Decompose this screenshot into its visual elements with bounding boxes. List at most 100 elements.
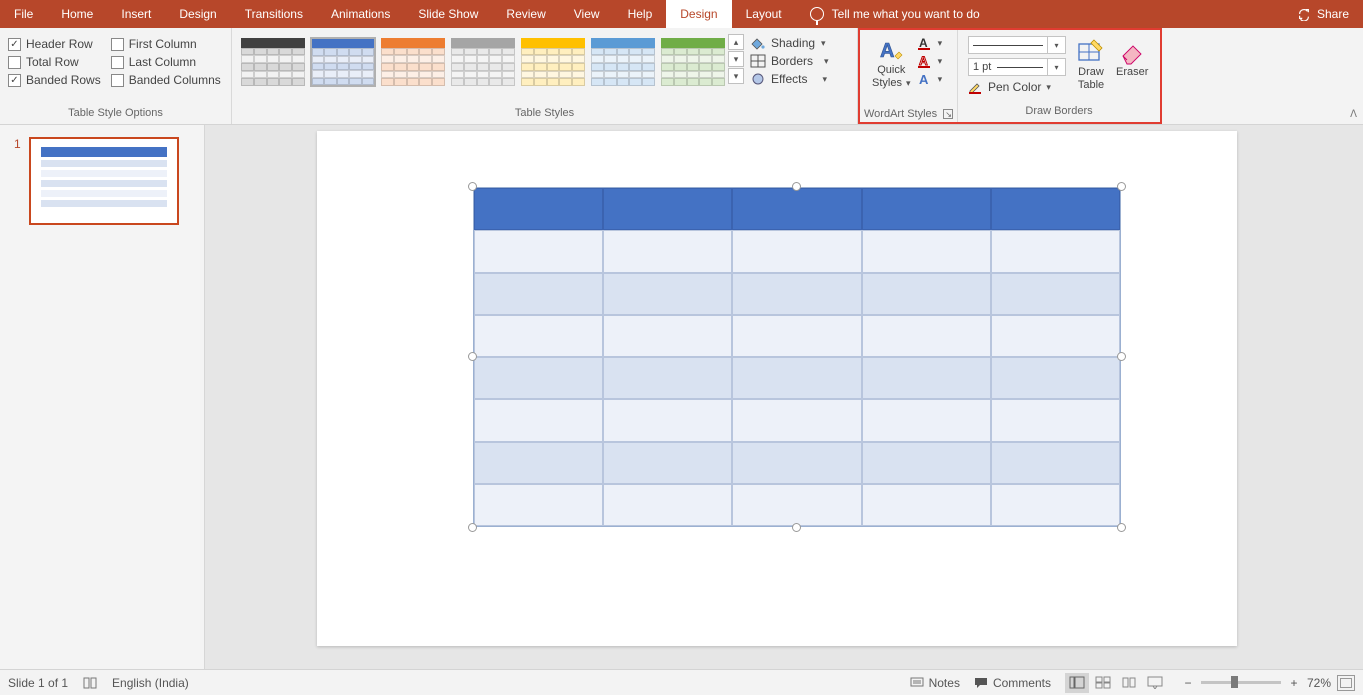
group-table-style-options: ✓Header Row First Column Total Row Last …	[0, 28, 232, 124]
handle-n[interactable]	[792, 182, 801, 191]
group-table-styles: ▴ ▾ ▾ Shading▾ Borders▾ Effects▾ Tabl	[232, 28, 858, 124]
pen-color-button[interactable]: Pen Color▾	[968, 80, 1066, 94]
handle-s[interactable]	[792, 523, 801, 532]
draw-table-button[interactable]: Draw Table	[1076, 36, 1106, 91]
group-label-style-options: Table Style Options	[0, 107, 231, 124]
handle-se[interactable]	[1117, 523, 1126, 532]
slide	[317, 131, 1237, 646]
editor-area: 1	[0, 125, 1363, 669]
table-styles-gallery	[240, 34, 726, 87]
chk-banded-columns[interactable]: Banded Columns	[111, 73, 221, 87]
table-style-swatch[interactable]	[450, 37, 516, 87]
comment-icon	[974, 677, 988, 689]
slide-thumbnail-1[interactable]	[29, 137, 179, 225]
thumb-number: 1	[14, 137, 21, 225]
chk-last-column[interactable]: Last Column	[111, 55, 221, 69]
tab-table-design[interactable]: Design	[666, 0, 731, 28]
group-label-wordart: WordArt Styles	[860, 105, 957, 122]
shading-button[interactable]: Shading▾	[750, 36, 829, 50]
eraser-icon	[1117, 36, 1147, 66]
chk-total-row-label: Total Row	[26, 55, 79, 69]
zoom-out[interactable]: −	[1181, 676, 1195, 690]
quick-styles-label2: Styles ▾	[872, 77, 911, 90]
gallery-down[interactable]: ▾	[728, 51, 744, 67]
pen-weight-combo[interactable]: 1 pt▾	[968, 58, 1066, 76]
tab-table-layout[interactable]: Layout	[732, 0, 796, 28]
table-style-swatch[interactable]	[240, 37, 306, 87]
tab-insert[interactable]: Insert	[107, 0, 165, 28]
svg-text:A: A	[919, 36, 928, 50]
view-slideshow[interactable]	[1143, 673, 1167, 693]
text-outline-icon: A	[917, 54, 935, 68]
zoom-in[interactable]: +	[1287, 676, 1301, 690]
zoom-slider[interactable]	[1201, 681, 1281, 684]
ribbon: ✓Header Row First Column Total Row Last …	[0, 28, 1363, 125]
notes-button[interactable]: Notes	[910, 676, 960, 690]
table-style-swatch[interactable]	[380, 37, 446, 87]
eraser-label: Eraser	[1116, 66, 1148, 79]
gallery-up[interactable]: ▴	[728, 34, 744, 50]
borders-button[interactable]: Borders▾	[750, 54, 829, 68]
collapse-ribbon[interactable]: ᐱ	[1350, 109, 1357, 120]
tab-design[interactable]: Design	[165, 0, 230, 28]
text-effects-button[interactable]: A▾	[917, 72, 943, 86]
spellcheck-button[interactable]	[82, 676, 98, 690]
handle-e[interactable]	[1117, 352, 1126, 361]
view-sorter[interactable]	[1091, 673, 1115, 693]
chk-first-column[interactable]: First Column	[111, 37, 221, 51]
chk-header-row[interactable]: ✓Header Row	[8, 37, 101, 51]
sorter-view-icon	[1095, 676, 1111, 689]
highlight-box: A Quick Styles ▾ A▾ A▾ A▾ WordArt Styles	[858, 28, 1162, 124]
zoom-value[interactable]: 72%	[1307, 676, 1331, 690]
svg-text:A: A	[919, 72, 929, 86]
tab-view[interactable]: View	[560, 0, 614, 28]
pen-color-icon	[968, 80, 984, 94]
tab-transitions[interactable]: Transitions	[231, 0, 317, 28]
text-fill-button[interactable]: A▾	[917, 36, 943, 50]
slide-indicator: Slide 1 of 1	[8, 676, 68, 690]
tell-me-search[interactable]: Tell me what you want to do	[796, 0, 1283, 28]
eraser-button[interactable]: Eraser	[1116, 36, 1148, 79]
fit-to-window[interactable]	[1337, 675, 1355, 691]
chk-total-row[interactable]: Total Row	[8, 55, 101, 69]
share-button[interactable]: Share	[1283, 0, 1363, 28]
handle-ne[interactable]	[1117, 182, 1126, 191]
paint-bucket-icon	[750, 36, 766, 50]
tab-home[interactable]: Home	[47, 0, 107, 28]
table-style-swatch[interactable]	[310, 37, 376, 87]
chk-banded-rows[interactable]: ✓Banded Rows	[8, 73, 101, 87]
zoom-thumb[interactable]	[1231, 676, 1238, 688]
text-outline-button[interactable]: A▾	[917, 54, 943, 68]
chk-banded-columns-label: Banded Columns	[129, 73, 221, 87]
view-reading[interactable]	[1117, 673, 1141, 693]
pen-style-combo[interactable]: ▾	[968, 36, 1066, 54]
table-style-swatch[interactable]	[590, 37, 656, 87]
group-label-table-styles: Table Styles	[232, 107, 857, 124]
effects-button[interactable]: Effects▾	[750, 72, 829, 86]
tab-help[interactable]: Help	[614, 0, 667, 28]
zoom-control: − + 72%	[1181, 675, 1355, 691]
view-normal[interactable]	[1065, 673, 1089, 693]
tab-file[interactable]: File	[0, 0, 47, 28]
wordart-dialog-launcher[interactable]	[943, 109, 953, 119]
gallery-more[interactable]: ▾	[728, 68, 744, 84]
tab-review[interactable]: Review	[492, 0, 559, 28]
tell-me-placeholder: Tell me what you want to do	[832, 7, 980, 21]
handle-nw[interactable]	[468, 182, 477, 191]
pen-weight-value: 1 pt	[973, 61, 991, 73]
handle-sw[interactable]	[468, 523, 477, 532]
table-object[interactable]	[473, 187, 1121, 527]
slide-canvas[interactable]	[205, 125, 1363, 669]
draw-table-icon	[1076, 36, 1106, 66]
group-wordart-styles: A Quick Styles ▾ A▾ A▾ A▾ WordArt Styles	[860, 30, 958, 122]
quick-styles-button[interactable]: A Quick Styles ▾	[872, 36, 911, 89]
language-indicator[interactable]: English (India)	[112, 676, 189, 690]
table-style-swatch[interactable]	[520, 37, 586, 87]
slideshow-view-icon	[1147, 676, 1163, 689]
effects-icon	[750, 72, 766, 86]
table-style-swatch[interactable]	[660, 37, 726, 87]
tab-animations[interactable]: Animations	[317, 0, 404, 28]
handle-w[interactable]	[468, 352, 477, 361]
comments-button[interactable]: Comments	[974, 676, 1051, 690]
tab-slideshow[interactable]: Slide Show	[404, 0, 492, 28]
